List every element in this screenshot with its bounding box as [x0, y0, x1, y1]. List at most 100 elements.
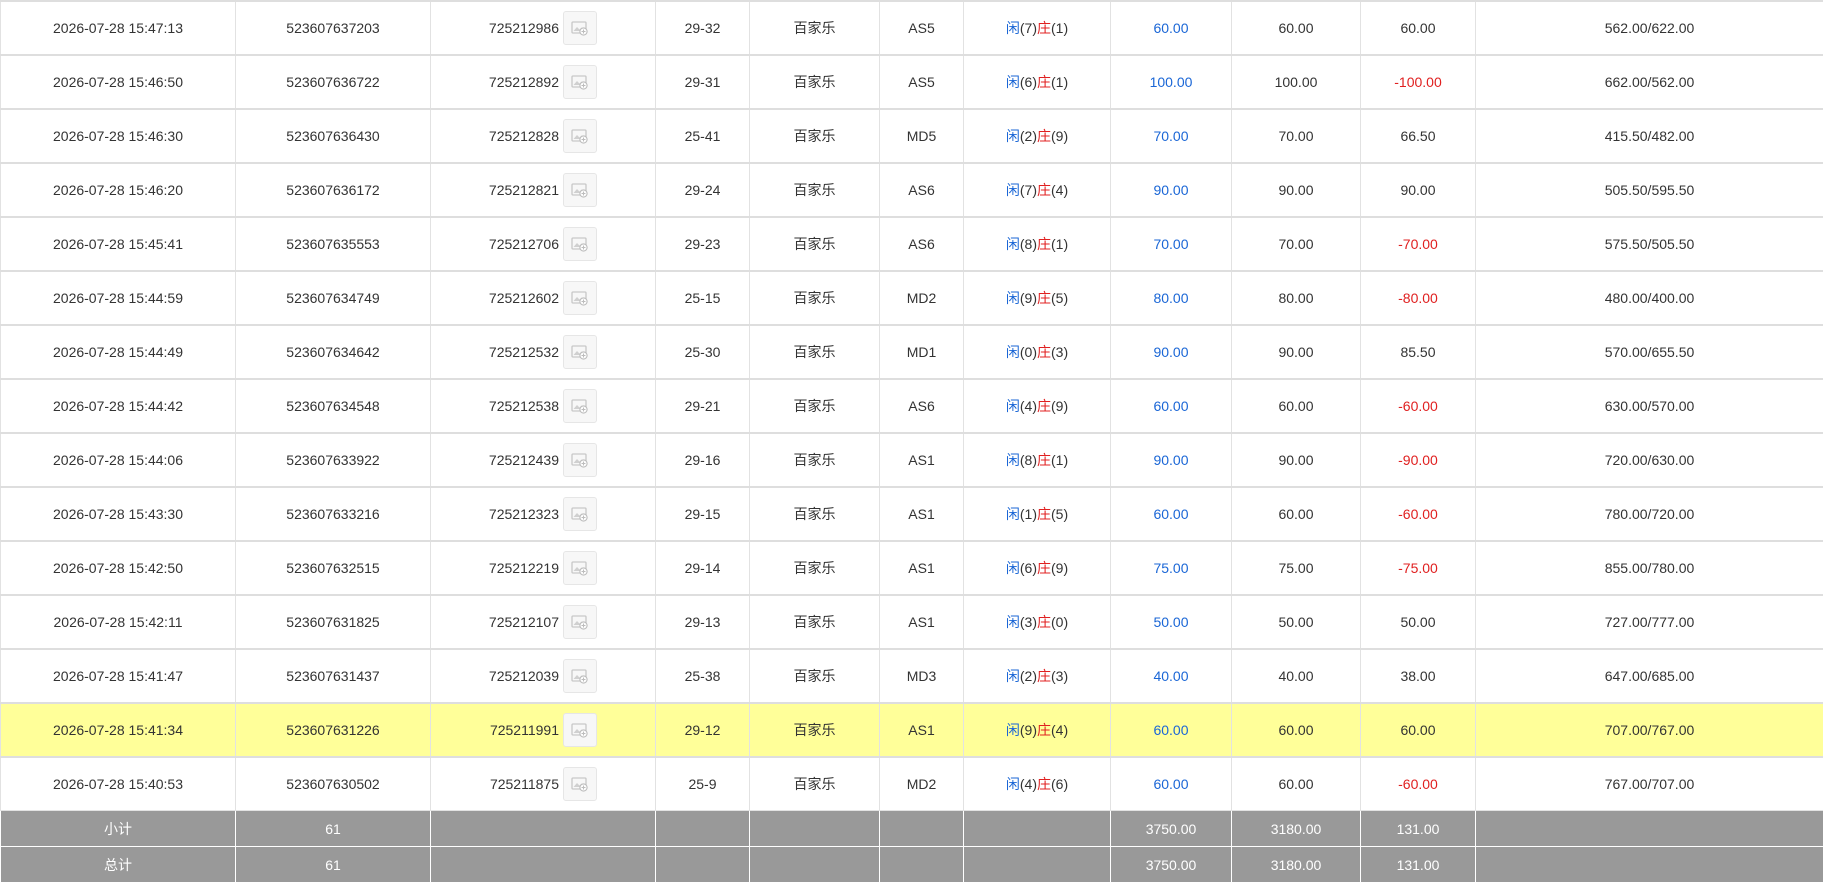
order-id: 523607631437: [235, 648, 431, 704]
table-row: 2026-07-28 15:46:30 523607636430 7252128…: [0, 108, 1823, 164]
total-win-loss: 131.00: [1360, 846, 1476, 883]
player-label: 闲: [1005, 668, 1020, 684]
round-cell: 725212821: [430, 162, 656, 218]
bet-time: 2026-07-28 15:41:34: [0, 702, 236, 758]
bet-time: 2026-07-28 15:46:30: [0, 108, 236, 164]
bet-amount: 90.00: [1110, 432, 1232, 488]
round-id: 725212532: [488, 344, 559, 360]
balance-before-after: 570.00/655.50: [1475, 324, 1823, 380]
win-loss-amount: -60.00: [1360, 378, 1476, 434]
game-name: 百家乐: [749, 270, 880, 326]
player-points: (2): [1019, 128, 1037, 144]
game-name: 百家乐: [749, 702, 880, 758]
result-cell: 闲(3)庄(0): [963, 594, 1111, 650]
game-result-image-icon[interactable]: [563, 497, 597, 531]
empty-cell: [879, 810, 964, 847]
banker-points: (3): [1051, 344, 1069, 360]
balance-before-after: 780.00/720.00: [1475, 486, 1823, 542]
player-label: 闲: [1005, 344, 1020, 360]
round-id: 725212538: [488, 398, 559, 414]
valid-bet-amount: 75.00: [1231, 540, 1361, 596]
win-loss-amount: -60.00: [1360, 486, 1476, 542]
round-id: 725212986: [488, 20, 559, 36]
game-result-image-icon[interactable]: [563, 173, 597, 207]
result-cell: 闲(9)庄(4): [963, 702, 1111, 758]
player-points: (8): [1019, 452, 1037, 468]
player-points: (8): [1019, 236, 1037, 252]
player-label: 闲: [1005, 20, 1020, 36]
bet-time: 2026-07-28 15:41:47: [0, 648, 236, 704]
table-row: 2026-07-28 15:44:59 523607634749 7252126…: [0, 270, 1823, 326]
win-loss-amount: -70.00: [1360, 216, 1476, 272]
game-result-image-icon[interactable]: [563, 227, 597, 261]
shoe-number: 29-12: [655, 702, 750, 758]
banker-label: 庄: [1037, 290, 1051, 306]
empty-cell: [430, 846, 656, 883]
game-result-image-icon[interactable]: [563, 551, 597, 585]
table-row: 2026-07-28 15:47:13 523607637203 7252129…: [0, 0, 1823, 56]
round-id: 725212219: [488, 560, 559, 576]
bet-time: 2026-07-28 15:47:13: [0, 0, 236, 56]
table-row: 2026-07-28 15:41:47 523607631437 7252120…: [0, 648, 1823, 704]
result-cell: 闲(7)庄(1): [963, 0, 1111, 56]
balance-before-after: 647.00/685.00: [1475, 648, 1823, 704]
round-cell: 725212986: [430, 0, 656, 56]
valid-bet-amount: 90.00: [1231, 162, 1361, 218]
table-row: 2026-07-28 15:44:06 523607633922 7252124…: [0, 432, 1823, 488]
table-code: AS1: [879, 486, 964, 542]
bet-amount: 90.00: [1110, 162, 1232, 218]
game-result-image-icon[interactable]: [563, 605, 597, 639]
order-id: 523607630502: [235, 756, 431, 811]
shoe-number: 29-24: [655, 162, 750, 218]
bet-time: 2026-07-28 15:42:50: [0, 540, 236, 596]
table-code: AS5: [879, 0, 964, 56]
result-cell: 闲(4)庄(6): [963, 756, 1111, 811]
table-code: AS6: [879, 378, 964, 434]
player-points: (9): [1019, 722, 1037, 738]
empty-cell: [430, 810, 656, 847]
order-id: 523607633216: [235, 486, 431, 542]
game-name: 百家乐: [749, 432, 880, 488]
table-row: 2026-07-28 15:45:41 523607635553 7252127…: [0, 216, 1823, 272]
player-points: (9): [1019, 290, 1037, 306]
result-cell: 闲(1)庄(5): [963, 486, 1111, 542]
balance-before-after: 720.00/630.00: [1475, 432, 1823, 488]
game-result-image-icon[interactable]: [563, 65, 597, 99]
game-result-image-icon[interactable]: [563, 335, 597, 369]
subtotal-win-loss: 131.00: [1360, 810, 1476, 847]
player-points: (6): [1019, 560, 1037, 576]
empty-cell: [749, 846, 880, 883]
game-name: 百家乐: [749, 54, 880, 110]
round-id: 725212706: [488, 236, 559, 252]
subtotal-row: 小计 61 3750.00 3180.00 131.00: [0, 810, 1823, 847]
shoe-number: 25-41: [655, 108, 750, 164]
round-id: 725212828: [488, 128, 559, 144]
banker-points: (5): [1051, 290, 1069, 306]
round-cell: 725212538: [430, 378, 656, 434]
player-label: 闲: [1005, 506, 1020, 522]
game-name: 百家乐: [749, 540, 880, 596]
game-result-image-icon[interactable]: [563, 119, 597, 153]
valid-bet-amount: 50.00: [1231, 594, 1361, 650]
game-name: 百家乐: [749, 594, 880, 650]
balance-before-after: 575.50/505.50: [1475, 216, 1823, 272]
table-row: 2026-07-28 15:41:34 523607631226 7252119…: [0, 702, 1823, 758]
game-result-image-icon[interactable]: [563, 389, 597, 423]
game-result-image-icon[interactable]: [563, 11, 597, 45]
round-id: 725211875: [489, 776, 559, 792]
empty-cell: [1475, 810, 1823, 847]
table-code: AS6: [879, 216, 964, 272]
banker-label: 庄: [1037, 236, 1051, 252]
win-loss-amount: 50.00: [1360, 594, 1476, 650]
game-result-image-icon[interactable]: [563, 659, 597, 693]
bet-time: 2026-07-28 15:44:49: [0, 324, 236, 380]
banker-points: (1): [1051, 20, 1069, 36]
game-result-image-icon[interactable]: [563, 713, 597, 747]
banker-points: (4): [1051, 182, 1069, 198]
game-result-image-icon[interactable]: [563, 443, 597, 477]
total-label: 总计: [0, 846, 236, 883]
shoe-number: 25-30: [655, 324, 750, 380]
game-result-image-icon[interactable]: [563, 281, 597, 315]
game-result-image-icon[interactable]: [563, 767, 597, 801]
game-name: 百家乐: [749, 108, 880, 164]
